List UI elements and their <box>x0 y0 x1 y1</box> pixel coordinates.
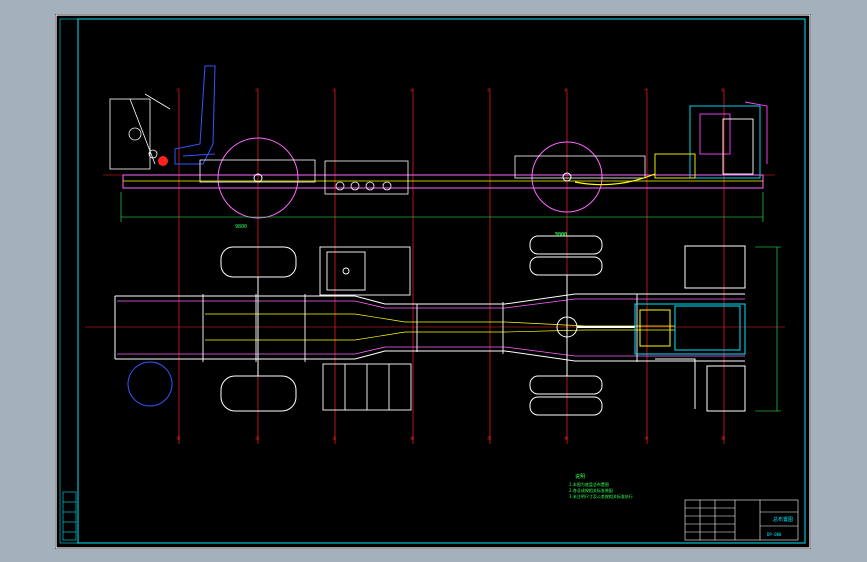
sheet-background <box>55 14 811 549</box>
station-tag: ⑦ <box>644 88 649 94</box>
station-tag: ② <box>255 88 260 94</box>
station-tag: ③ <box>332 436 336 442</box>
station-tag: ① <box>176 436 181 442</box>
overall-length-label: 9800 <box>235 224 247 230</box>
station-tag: ⑤ <box>487 436 491 442</box>
station-tag: ① <box>176 88 181 94</box>
station-tag: ⑦ <box>644 436 649 442</box>
station-tag: ④ <box>410 88 415 94</box>
notes-line-3: 3.未注明尺寸及公差按相关标准执行 <box>569 493 633 499</box>
station-tag: ③ <box>332 88 336 94</box>
station-tag: ② <box>255 436 260 442</box>
cad-drawing-sheet: ① ① ② ② ③ ③ ④ ④ ⑤ ⑤ ⑥ ⑥ ⑦ ⑦ ⑧ ⑧ 9800 5000 2500 说明 1.本图为… <box>55 14 811 549</box>
frame-width-label: 2500 <box>555 232 567 238</box>
station-tag: ⑥ <box>564 436 569 442</box>
station-tag: ⑧ <box>721 88 726 94</box>
station-tag: ⑤ <box>487 88 491 94</box>
station-tag: ④ <box>410 436 415 442</box>
notes-line-1: 1.本图为底盘总布置图 <box>569 481 609 487</box>
title-block-number: DP-000 <box>767 532 782 537</box>
station-tag: ⑥ <box>564 88 569 94</box>
station-tag: ⑧ <box>721 436 726 442</box>
notes-line-2: 2.各总成按相关标准装配 <box>569 487 613 493</box>
notes-heading: 说明 <box>575 473 585 480</box>
title-block-title: 总布置图 <box>773 516 793 523</box>
pedal <box>158 156 168 166</box>
